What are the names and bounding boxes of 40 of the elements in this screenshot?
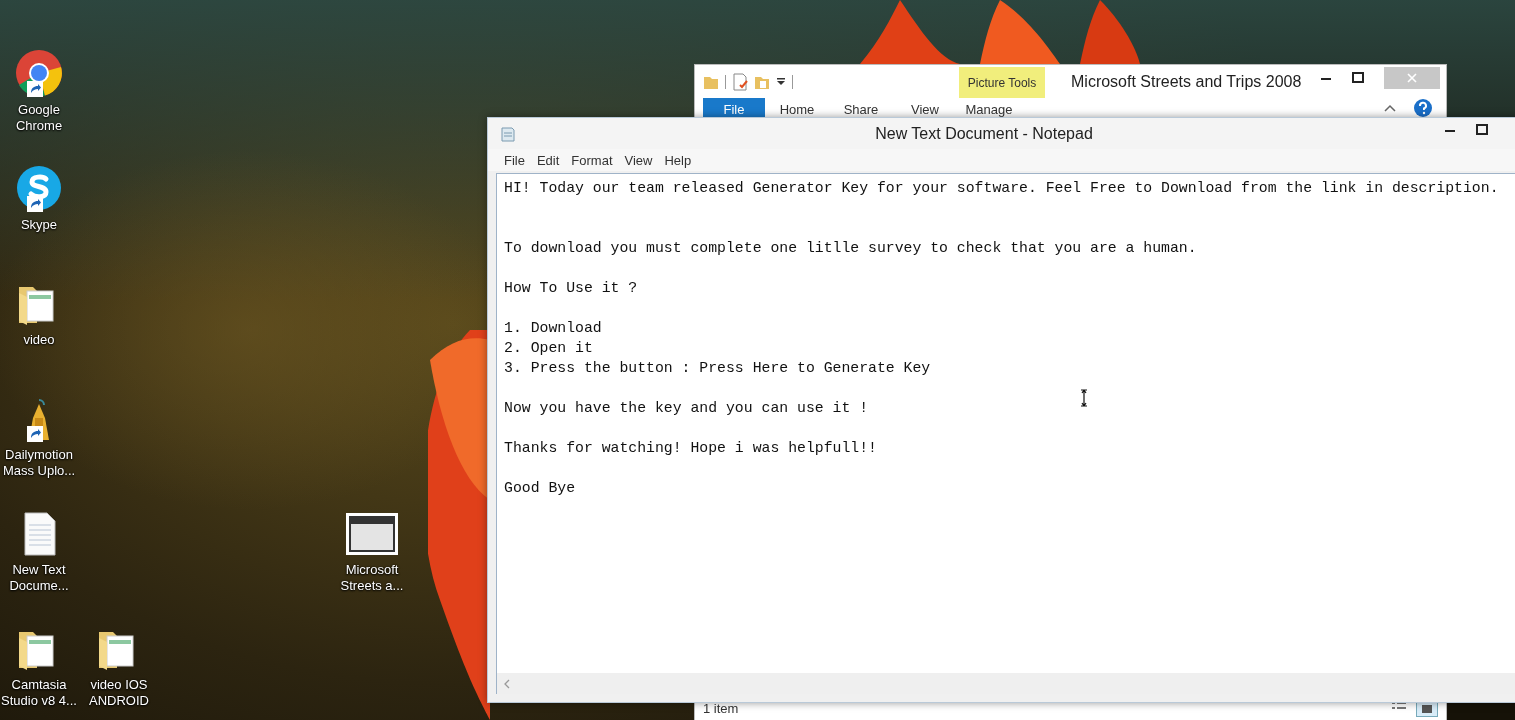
menu-item[interactable]: Format xyxy=(565,152,619,168)
file-menu-tab[interactable]: File xyxy=(703,98,765,118)
maximize-icon xyxy=(1352,72,1364,84)
document-text-line: Thanks for watching! Hope i was helpfull!! xyxy=(504,439,877,458)
document-text-line: How To Use it ? xyxy=(504,279,638,298)
ribbon-tab[interactable]: View xyxy=(893,98,957,118)
desktop-icon-label: video IOS ANDROID xyxy=(89,677,149,709)
menu-item[interactable]: View xyxy=(618,152,659,168)
document-text-line: Now you have the key and you can use it ! xyxy=(504,399,869,418)
status-text: 1 item xyxy=(703,701,739,716)
dropdown-caret-icon xyxy=(776,76,786,87)
ribbon-tab[interactable]: Share xyxy=(829,98,893,118)
document-text-line: 1. Download xyxy=(504,319,602,338)
ribbon-tab[interactable]: Home xyxy=(765,98,829,118)
menu-item[interactable]: Edit xyxy=(530,152,566,168)
desktop-icon-label: Dailymotion Mass Uplo... xyxy=(2,447,76,479)
desktop-icon-label: New Text Docume... xyxy=(9,562,69,594)
desktop-icon-label: Microsoft Streets a... xyxy=(340,562,404,594)
notepad-icon xyxy=(500,125,516,142)
desktop-icon-label: video xyxy=(23,332,55,348)
contextual-tab-label: Picture Tools xyxy=(959,67,1045,98)
menu-item[interactable]: File xyxy=(498,152,531,168)
document-text-line: 2. Open it xyxy=(504,339,593,358)
collapse-ribbon-icon xyxy=(1384,104,1396,112)
close-icon xyxy=(1407,73,1417,83)
desktop-icon-label: Google Chrome xyxy=(15,102,63,134)
ribbon-tab[interactable]: Manage xyxy=(957,98,1021,118)
document-text-line: Good Bye xyxy=(504,479,576,498)
desktop-icon-label: Skype xyxy=(20,217,58,233)
large-icons-icon xyxy=(1421,704,1433,714)
document-text-line: HI! Today our team released Generator Key for your software. Feel Free to Download from the link in description. xyxy=(504,179,1499,198)
window-title: Microsoft Streets and Trips 2008 xyxy=(1071,72,1303,91)
desktop-icon-label: Camtasia Studio v8 4... xyxy=(1,677,77,709)
window-title: New Text Document - Notepad xyxy=(874,124,1094,143)
maximize-icon xyxy=(1476,124,1488,136)
document-text-line: 3. Press the button : Press Here to Generate Key xyxy=(504,359,931,378)
menu-item[interactable]: Help xyxy=(658,152,698,168)
scroll-left-icon xyxy=(503,678,511,689)
properties-icon xyxy=(732,72,748,91)
document-text-line: To download you must complete one litlle survey to check that you are a human. xyxy=(504,239,1197,258)
